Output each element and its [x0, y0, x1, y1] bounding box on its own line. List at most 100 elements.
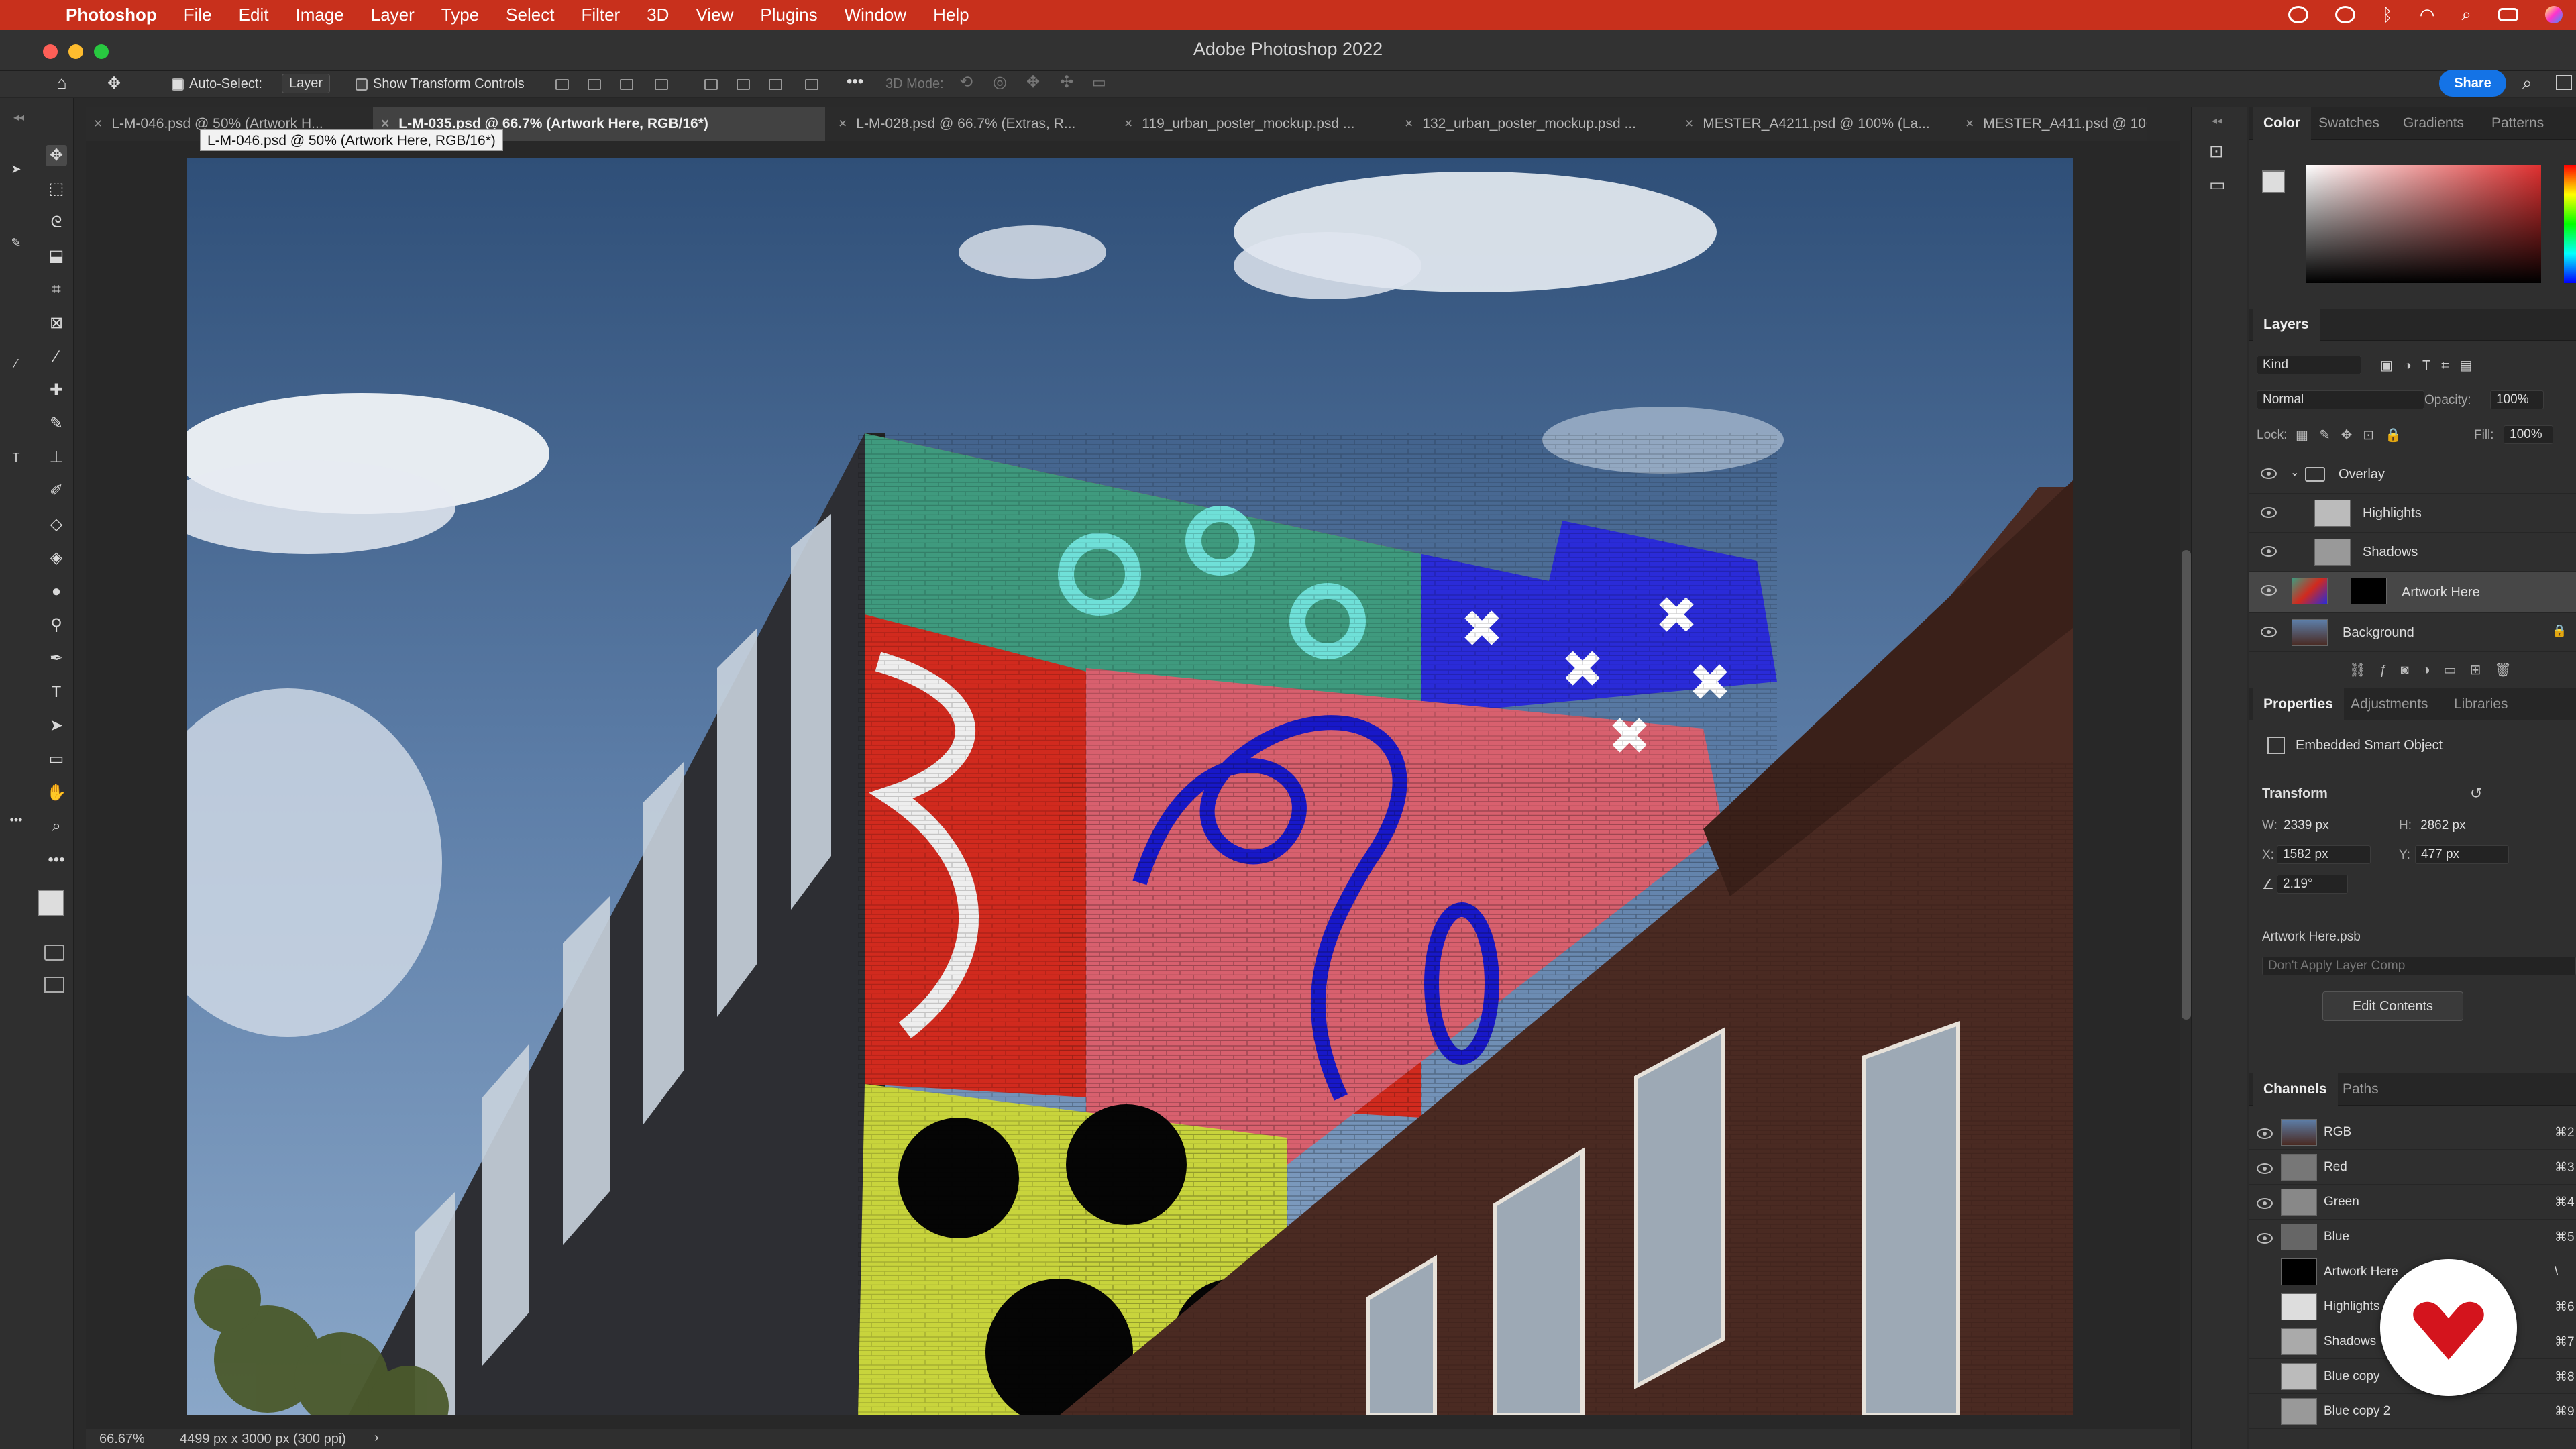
tab-document-4[interactable]: × 119_urban_poster_mockup.psd ... — [1116, 107, 1395, 141]
tab-paths[interactable]: Paths — [2343, 1073, 2379, 1106]
x-position-field[interactable]: 1582 px — [2277, 845, 2371, 864]
visibility-eye-icon[interactable] — [2261, 507, 2277, 518]
blur-tool-icon[interactable]: ● — [46, 581, 67, 602]
layer-row-artwork-here[interactable]: Artwork Here — [2249, 572, 2576, 613]
collapse-icon[interactable]: ◂◂ — [8, 107, 30, 129]
type-tool-icon[interactable]: T — [46, 682, 67, 703]
pen-small-icon[interactable]: ✎ — [5, 232, 27, 254]
history-brush-tool-icon[interactable]: ✐ — [46, 480, 67, 502]
tab-channels[interactable]: Channels — [2253, 1073, 2338, 1106]
layer-row-shadows[interactable]: Shadows — [2249, 533, 2576, 572]
tab-adjustments[interactable]: Adjustments — [2351, 688, 2428, 720]
eyedropper-tool-icon[interactable]: ⁄ — [46, 346, 67, 368]
edit-toolbar-icon[interactable]: ••• — [46, 849, 67, 871]
brush-tool-icon[interactable]: ✎ — [46, 413, 67, 435]
layer-row-overlay[interactable]: ⌄ Overlay — [2249, 455, 2576, 494]
record-icon[interactable] — [2335, 6, 2356, 23]
menu-type[interactable]: Type — [428, 0, 492, 30]
share-button[interactable]: Share — [2439, 70, 2506, 97]
visibility-eye-icon[interactable] — [2261, 468, 2277, 479]
comments-panel-icon[interactable]: ▭ — [2209, 174, 2226, 195]
visibility-eye-icon[interactable] — [2257, 1128, 2273, 1139]
align-top-icon[interactable] — [704, 79, 718, 90]
document-canvas[interactable] — [187, 158, 2073, 1415]
menu-3d[interactable]: 3D — [633, 0, 682, 30]
eraser-tool-icon[interactable]: ◇ — [46, 514, 67, 535]
vertical-scrollbar[interactable] — [2182, 550, 2191, 1020]
type-small-icon[interactable]: T — [5, 447, 27, 468]
menu-layer[interactable]: Layer — [358, 0, 428, 30]
eyedropper-small-icon[interactable]: ⁄ — [5, 353, 27, 374]
channel-row[interactable]: Red ⌘3 — [2249, 1150, 2576, 1185]
menu-plugins[interactable]: Plugins — [747, 0, 830, 30]
visibility-eye-icon[interactable] — [2261, 627, 2277, 637]
home-icon[interactable]: ⌂ — [56, 72, 67, 93]
close-tab-icon[interactable]: × — [1685, 116, 1693, 131]
color-picker-field[interactable] — [2306, 165, 2541, 283]
healing-brush-tool-icon[interactable]: ✚ — [46, 380, 67, 401]
screen-mode-icon[interactable] — [44, 977, 64, 993]
layer-kind-filter[interactable]: Kind — [2257, 356, 2361, 374]
angle-field[interactable]: 2.19° — [2277, 875, 2348, 894]
history-panel-icon[interactable]: ⊡ — [2209, 141, 2224, 162]
crop-tool-icon[interactable]: ⌗ — [46, 279, 67, 301]
creative-cloud-icon[interactable] — [2288, 6, 2309, 23]
menu-file[interactable]: File — [170, 0, 225, 30]
layer-actions-bar[interactable]: ⛓ƒ◙◑▭⊞🗑 — [2349, 661, 2525, 678]
control-center-icon[interactable] — [2498, 8, 2518, 21]
tab-document-5[interactable]: × 132_urban_poster_mockup.psd ... — [1397, 107, 1676, 141]
document-info[interactable]: 4499 px x 3000 px (300 ppi) — [180, 1432, 346, 1447]
layer-row-highlights[interactable]: Highlights — [2249, 494, 2576, 533]
align-right-icon[interactable] — [620, 79, 633, 90]
search-icon[interactable]: ⌕ — [2461, 4, 2471, 25]
move-tool-icon[interactable]: ✥ — [107, 74, 121, 93]
close-tab-icon[interactable]: × — [94, 116, 102, 131]
menu-edit[interactable]: Edit — [225, 0, 282, 30]
align-bottom-icon[interactable] — [769, 79, 782, 90]
tab-document-7[interactable]: × MESTER_A411.psd @ 100% (Lay... — [1957, 107, 2147, 141]
menu-app-name[interactable]: Photoshop — [66, 0, 170, 30]
tab-patterns[interactable]: Patterns — [2491, 107, 2544, 140]
menu-filter[interactable]: Filter — [568, 0, 633, 30]
visibility-eye-icon[interactable] — [2257, 1233, 2273, 1244]
tab-color[interactable]: Color — [2253, 107, 2311, 140]
menu-image[interactable]: Image — [282, 0, 357, 30]
marquee-tool-icon[interactable]: ⬚ — [46, 178, 67, 200]
close-tab-icon[interactable]: × — [1405, 116, 1413, 131]
tab-swatches[interactable]: Swatches — [2318, 107, 2379, 140]
menu-view[interactable]: View — [682, 0, 747, 30]
paint-bucket-tool-icon[interactable]: ◈ — [46, 547, 67, 569]
layer-row-background[interactable]: Background 🔒 — [2249, 613, 2576, 652]
path-selection-tool-icon[interactable]: ➤ — [46, 715, 67, 737]
move-tool-small-icon[interactable]: ➤ — [5, 158, 27, 180]
show-transform-checkbox[interactable]: Show Transform Controls — [356, 76, 525, 92]
menu-help[interactable]: Help — [920, 0, 982, 30]
tab-properties[interactable]: Properties — [2253, 688, 2344, 720]
menu-window[interactable]: Window — [831, 0, 920, 30]
auto-select-checkbox[interactable]: Auto-Select: — [172, 76, 262, 92]
edit-contents-button[interactable]: Edit Contents — [2322, 991, 2463, 1021]
move-tool-icon[interactable]: ✥ — [46, 145, 67, 166]
visibility-eye-icon[interactable] — [2261, 546, 2277, 557]
align-center-icon[interactable] — [588, 79, 601, 90]
workspace-icon[interactable] — [2556, 75, 2572, 90]
hue-slider[interactable] — [2564, 165, 2576, 283]
visibility-eye-icon[interactable] — [2261, 585, 2277, 596]
wifi-icon[interactable]: ◠ — [2420, 5, 2435, 25]
lasso-tool-icon[interactable]: ᘓ — [46, 212, 67, 233]
status-chevron-icon[interactable]: › — [374, 1430, 379, 1446]
zoom-tool-icon[interactable]: ⌕ — [46, 816, 67, 837]
tab-libraries[interactable]: Libraries — [2454, 688, 2508, 720]
align-left-icon[interactable] — [555, 79, 569, 90]
close-tab-icon[interactable]: × — [1124, 116, 1132, 131]
auto-select-dropdown[interactable]: Layer — [275, 74, 331, 93]
visibility-eye-icon[interactable] — [2257, 1163, 2273, 1174]
search-icon[interactable]: ⌕ — [2522, 72, 2532, 94]
close-tab-icon[interactable]: × — [839, 116, 847, 131]
siri-icon[interactable] — [2545, 6, 2563, 23]
pen-tool-icon[interactable]: ✒ — [46, 648, 67, 669]
menu-select[interactable]: Select — [492, 0, 568, 30]
quick-select-tool-icon[interactable]: ⬓ — [46, 246, 67, 267]
tab-layers[interactable]: Layers — [2253, 309, 2320, 341]
blend-mode-dropdown[interactable]: Normal — [2257, 390, 2424, 409]
